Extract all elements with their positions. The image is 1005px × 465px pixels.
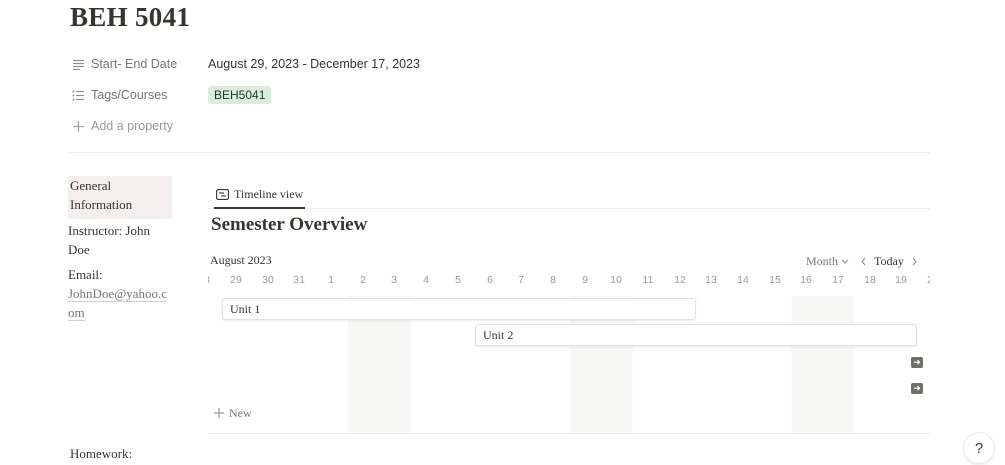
arrow-right-box-icon[interactable]: ➜: [911, 357, 923, 368]
chevron-right-icon[interactable]: [912, 257, 917, 266]
tab-label: Timeline view: [234, 187, 304, 201]
general-information-heading[interactable]: General Information: [68, 176, 172, 219]
plus-icon: [70, 118, 86, 134]
chevron-left-icon[interactable]: [861, 257, 866, 266]
day-label: 31: [293, 274, 305, 286]
date-range-value[interactable]: August 29, 2023 - December 17, 2023: [208, 57, 420, 71]
property-label-date: Start- End Date: [91, 57, 178, 71]
day-label: 7: [518, 274, 524, 286]
new-item-button[interactable]: New: [214, 405, 252, 421]
new-item-label: New: [229, 405, 252, 420]
help-button[interactable]: ?: [964, 433, 994, 463]
scale-select[interactable]: Month: [806, 254, 838, 269]
day-label: 10: [610, 274, 622, 286]
view-tab-bar: Timeline view: [208, 180, 930, 209]
day-label: 3: [391, 274, 397, 286]
day-label: 14: [737, 274, 749, 286]
homework-heading[interactable]: Homework:: [70, 446, 132, 462]
tag-chip[interactable]: BEH5041: [208, 86, 272, 104]
divider: [68, 152, 930, 153]
timeline-controls: Month Today: [806, 253, 917, 269]
weekend-column: [791, 296, 854, 433]
day-label: 8: [550, 274, 556, 286]
day-label: 19: [895, 274, 907, 286]
day-label: 5: [455, 274, 461, 286]
day-label: 6: [487, 274, 493, 286]
day-label: 15: [769, 274, 781, 286]
property-label-tags: Tags/Courses: [91, 88, 168, 102]
text-lines-icon: [70, 56, 86, 72]
day-label: 30: [262, 274, 274, 286]
day-label: 13: [705, 274, 717, 286]
timeline-month-label: August 2023: [210, 253, 272, 267]
property-name-tags[interactable]: Tags/Courses: [70, 87, 208, 103]
day-label: 28: [208, 274, 220, 286]
email-link[interactable]: JohnDoe@yahoo.com: [68, 286, 167, 321]
page-title[interactable]: BEH 5041: [70, 2, 190, 33]
day-label: 2: [360, 274, 366, 286]
day-label: 18: [864, 274, 876, 286]
email-link-wrapper: JohnDoe@yahoo.com: [68, 284, 172, 322]
timeline-item-unit-2[interactable]: Unit 2: [475, 324, 917, 346]
day-label: 1: [328, 274, 334, 286]
property-name-date[interactable]: Start- End Date: [70, 56, 208, 72]
instructor-text[interactable]: Instructor: John Doe: [68, 221, 172, 259]
email-block[interactable]: Email: JohnDoe@yahoo.com: [68, 265, 172, 322]
property-row-tags[interactable]: Tags/Courses BEH5041: [70, 83, 272, 107]
day-label: 29: [230, 274, 242, 286]
timeline-icon: [216, 189, 229, 200]
timeline-item-unit-1[interactable]: Unit 1: [222, 298, 696, 320]
timeline-grid[interactable]: 28 29 30 31 1 2 3 4 5 6 7 8 9 10 11 12 1…: [208, 272, 930, 434]
timeline-title[interactable]: Semester Overview: [211, 214, 367, 236]
day-label: 12: [674, 274, 686, 286]
day-label: 20: [917, 274, 930, 286]
add-property-label: Add a property: [91, 119, 173, 133]
list-icon: [70, 87, 86, 103]
arrow-right-box-icon[interactable]: ➜: [911, 383, 923, 394]
property-row-date[interactable]: Start- End Date August 29, 2023 - Decemb…: [70, 52, 420, 76]
tab-timeline-view[interactable]: Timeline view: [214, 182, 306, 209]
email-label: Email:: [68, 267, 103, 282]
day-label: 16: [800, 274, 812, 286]
today-button[interactable]: Today: [874, 254, 904, 269]
day-label: 9: [582, 274, 588, 286]
day-label: 17: [832, 274, 844, 286]
plus-icon: [214, 408, 224, 418]
add-property-button[interactable]: Add a property: [70, 114, 208, 138]
day-label: 11: [642, 274, 654, 286]
chevron-down-icon[interactable]: [841, 259, 849, 264]
day-label: 4: [423, 274, 429, 286]
